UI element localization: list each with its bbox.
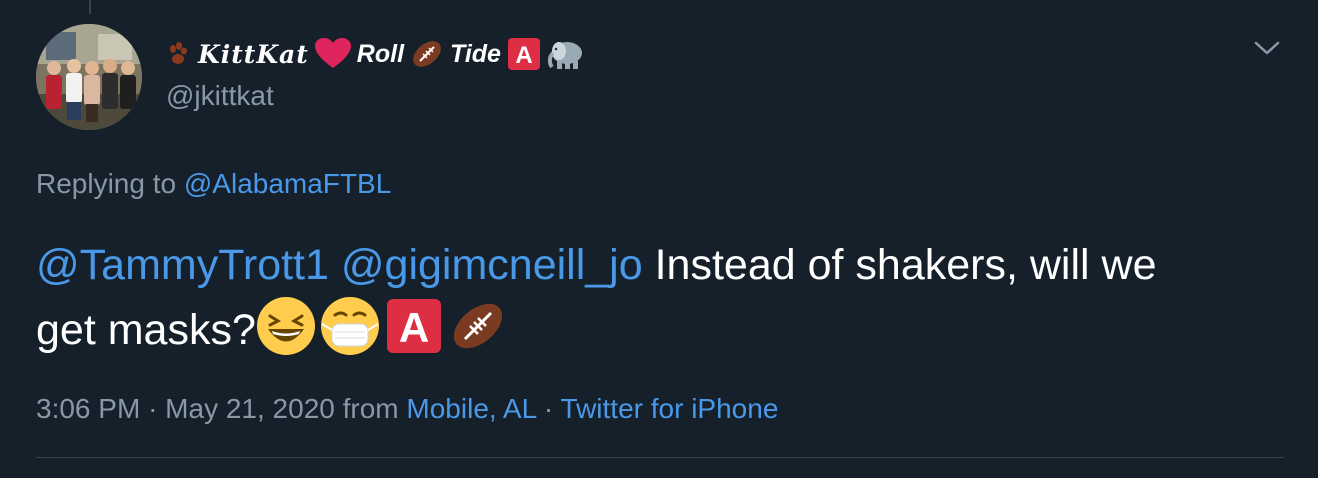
separator: · [543,393,554,424]
user-handle[interactable]: @jkittkat [166,80,274,112]
a-button-blood-type-icon: A [384,296,444,356]
american-football-icon [410,37,444,71]
paw-prints-icon [166,41,192,67]
avatar[interactable] [36,24,142,130]
red-heart-icon [314,38,351,70]
display-name-word-tide: Tide [450,39,501,68]
thread-connector-line [89,0,91,14]
replying-to-line: Replying to @AlabamaFTBL [36,168,391,200]
face-with-medical-mask-icon [320,296,380,356]
a-button-icon: A [507,37,541,71]
chevron-down-icon[interactable] [1252,36,1282,60]
avatar-photo-icon [36,24,142,130]
svg-text:A: A [399,304,429,351]
mention-link[interactable]: @gigimcneill_jo [341,241,643,289]
mention-link[interactable]: @TammyTrott1 [36,241,329,289]
client-link[interactable]: Twitter for iPhone [561,393,779,424]
replying-to-label: Replying to [36,168,177,199]
tweet-time[interactable]: 3:06 PM [36,393,140,424]
tweet-text-line2: get masks? [36,306,256,354]
from-label: from [342,393,399,424]
svg-text:A: A [515,42,532,69]
tweet-metadata: 3:06 PM · May 21, 2020 from Mobile, AL ·… [36,393,778,425]
tweet-text-line1: Instead of shakers, will we [654,241,1157,289]
replying-to-link[interactable]: @AlabamaFTBL [184,168,391,199]
divider [36,457,1284,458]
display-name-script-text: 𝑲𝒊𝒕𝒕𝑲𝒂𝒕 [198,39,309,69]
tweet-date[interactable]: May 21, 2020 [165,393,335,424]
location-link[interactable]: Mobile, AL [406,393,536,424]
elephant-icon [547,37,585,71]
display-name[interactable]: 𝑲𝒊𝒕𝒕𝑲𝒂𝒕 Roll Tide A [166,32,585,76]
american-football-icon [448,296,508,356]
display-name-word-roll: Roll [356,39,405,68]
tweet-body: @TammyTrott1 @gigimcneill_jo Instead of … [36,234,1296,361]
grinning-squinting-face-icon [256,296,316,356]
separator: · [148,393,158,424]
